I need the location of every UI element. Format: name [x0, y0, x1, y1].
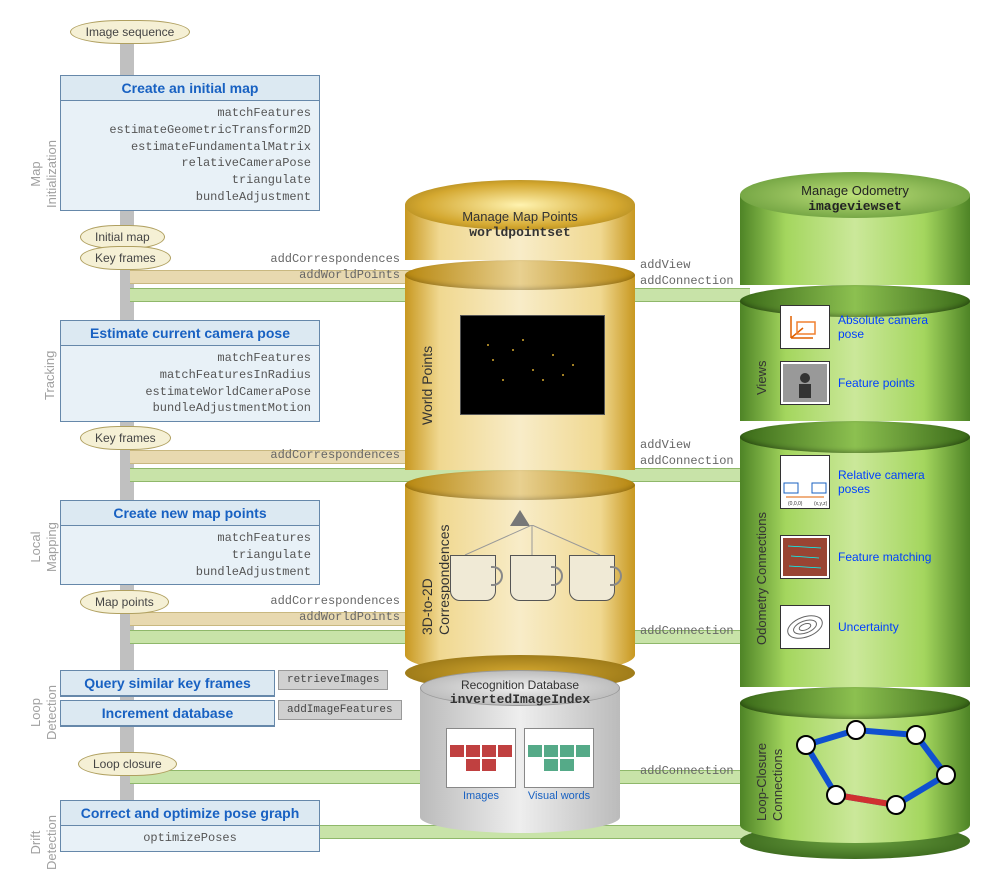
- match-icon: [780, 535, 830, 579]
- step-title: Estimate current camera pose: [61, 321, 319, 346]
- item-feature-points: Feature points: [780, 361, 948, 405]
- db-caption: Visual words: [524, 790, 594, 802]
- item-feature-matching: Feature matching: [780, 535, 948, 579]
- cylinder-inverted-index: Recognition DatabaseinvertedImageIndex I…: [420, 688, 620, 838]
- step-create-new-map-points: Create new map points matchFeatures tria…: [60, 500, 320, 585]
- connector-label: addCorrespondences: [200, 252, 400, 266]
- phase-label: Drift Detection: [28, 815, 59, 870]
- svg-text:(0,0,0): (0,0,0): [788, 501, 803, 507]
- cup-icon: [569, 555, 615, 601]
- photographer-icon: [780, 361, 830, 405]
- item-label: Absolute camera pose: [838, 313, 948, 342]
- item-uncertainty: Uncertainty: [780, 605, 948, 649]
- func: bundleAdjustment: [69, 564, 311, 581]
- badge-image-sequence: Image sequence: [70, 20, 190, 44]
- gold-label-worldpoints: World Points: [419, 346, 435, 425]
- cup-icon: [510, 555, 556, 601]
- green-label-odometry: Odometry Connections: [754, 512, 769, 645]
- connector-label: addWorldPoints: [200, 268, 400, 282]
- badge-loop-closure: Loop closure: [78, 752, 177, 776]
- cup-images: [450, 555, 615, 601]
- camera-axes-icon: [780, 305, 830, 349]
- svg-text:(x,y,z): (x,y,z): [814, 501, 828, 507]
- step-title: Create new map points: [61, 501, 319, 526]
- step-create-initial-map: Create an initial map matchFeatures esti…: [60, 75, 320, 211]
- gray-title: Recognition DatabaseinvertedImageIndex: [420, 678, 620, 707]
- func: estimateFundamentalMatrix: [69, 139, 311, 156]
- item-relative-poses: (0,0,0) (x,y,z) Relative camera poses: [780, 455, 948, 509]
- cup-icon: [450, 555, 496, 601]
- pyramid-icon: [510, 510, 530, 526]
- item-label: Feature matching: [838, 550, 948, 564]
- step-correct-optimize: Correct and optimize pose graph optimize…: [60, 800, 320, 852]
- green-separator: [740, 421, 970, 453]
- step-title: Correct and optimize pose graph: [61, 801, 319, 826]
- func: matchFeatures: [69, 350, 311, 367]
- step-title: Increment database: [61, 701, 274, 726]
- badge-key-frames: Key frames: [80, 246, 171, 270]
- gold-title: Manage Map Pointsworldpointset: [405, 209, 635, 240]
- func: estimateWorldCameraPose: [69, 384, 311, 401]
- func: bundleAdjustment: [69, 189, 311, 206]
- db-words: Visual words: [524, 728, 594, 802]
- badge-map-points: Map points: [80, 590, 169, 614]
- gold-separator: [405, 470, 635, 500]
- gold-separator: [405, 260, 635, 290]
- green-label-views: Views: [754, 361, 769, 395]
- ellipse-icon: [780, 605, 830, 649]
- phase-label: Map Initialization: [28, 140, 59, 208]
- side-call-addimgfeat: addImageFeatures: [278, 700, 402, 720]
- func: estimateGeometricTransform2D: [69, 122, 311, 139]
- connector-label: addWorldPoints: [200, 610, 400, 624]
- db-caption: Images: [446, 790, 516, 802]
- side-call-retrieve: retrieveImages: [278, 670, 388, 690]
- func: triangulate: [69, 172, 311, 189]
- projection-lines-icon: [445, 525, 620, 555]
- func: optimizePoses: [69, 830, 311, 847]
- two-camera-icon: (0,0,0) (x,y,z): [780, 455, 830, 509]
- pointcloud-icon: [463, 320, 603, 410]
- loop-graph-icon: [786, 715, 956, 825]
- step-title: Create an initial map: [61, 76, 319, 101]
- world-points-image: [460, 315, 605, 415]
- func: matchFeaturesInRadius: [69, 367, 311, 384]
- phase-label: Local Mapping: [28, 522, 59, 572]
- images-thumbnail: [446, 728, 516, 788]
- green-title: Manage Odometryimageviewset: [740, 183, 970, 214]
- step-title: Query similar key frames: [61, 671, 274, 696]
- func: triangulate: [69, 547, 311, 564]
- step-estimate-pose: Estimate current camera pose matchFeatur…: [60, 320, 320, 422]
- item-label: Relative camera poses: [838, 468, 948, 497]
- phase-label: Loop Detection: [28, 685, 59, 740]
- func: matchFeatures: [69, 105, 311, 122]
- func: matchFeatures: [69, 530, 311, 547]
- func: bundleAdjustmentMotion: [69, 400, 311, 417]
- item-absolute-pose: Absolute camera pose: [780, 305, 948, 349]
- cylinder-worldpointset: Manage Map Pointsworldpointset World Poi…: [405, 205, 635, 675]
- func: relativeCameraPose: [69, 155, 311, 172]
- item-label: Feature points: [838, 376, 948, 390]
- db-images: Images: [446, 728, 516, 802]
- item-label: Uncertainty: [838, 620, 948, 634]
- phase-label: Tracking: [42, 351, 58, 400]
- connector-label: addCorrespondences: [200, 448, 400, 462]
- cylinder-imageviewset: Manage Odometryimageviewset Views Odomet…: [740, 195, 970, 845]
- green-label-loop: Loop-ClosureConnections: [754, 743, 785, 821]
- step-increment-db: Increment database: [60, 700, 275, 727]
- words-thumbnail: [524, 728, 594, 788]
- badge-key-frames: Key frames: [80, 426, 171, 450]
- step-query-similar: Query similar key frames: [60, 670, 275, 697]
- connector-label: addCorrespondences: [200, 594, 400, 608]
